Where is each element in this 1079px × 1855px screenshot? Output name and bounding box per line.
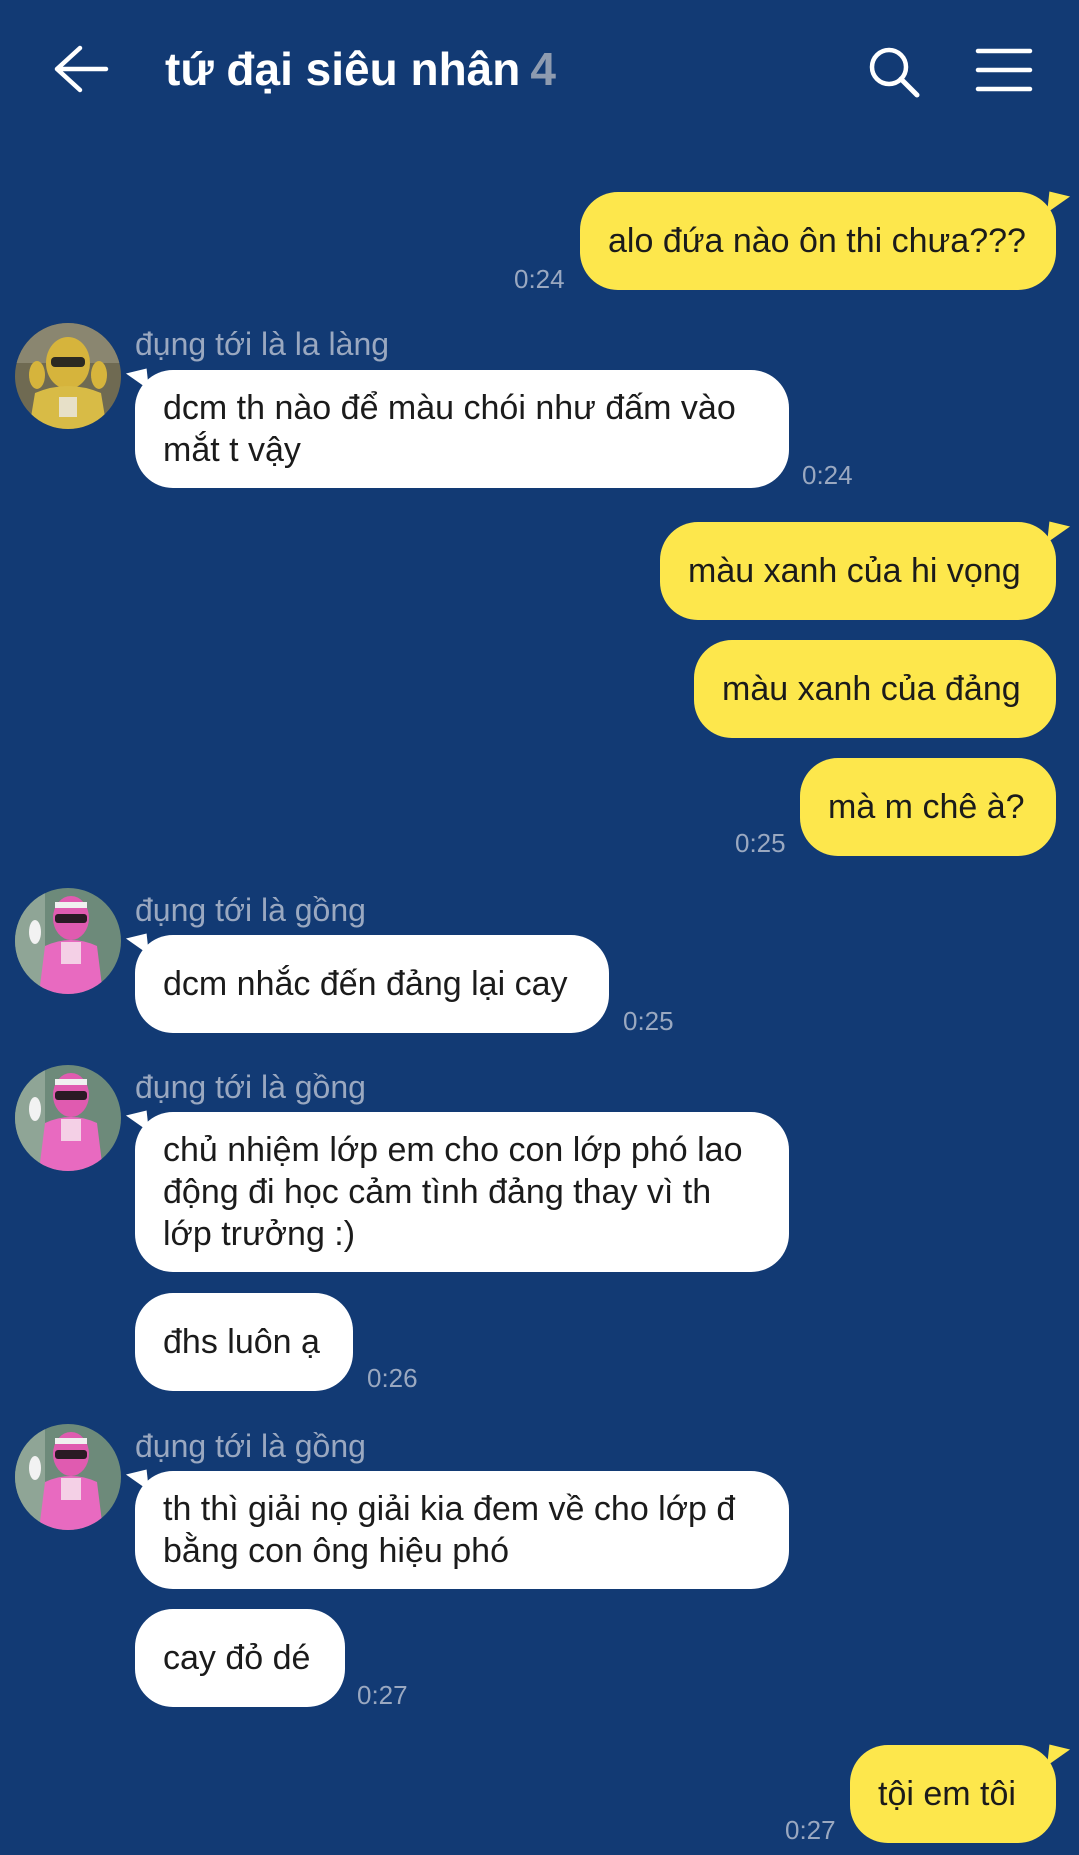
chat-header: tứ đại siêu nhân 4 — [0, 0, 1079, 140]
avatar[interactable] — [15, 1424, 121, 1530]
avatar[interactable] — [15, 323, 121, 429]
message-text: màu xanh của hi vọng — [688, 552, 1021, 590]
outgoing-message[interactable]: tội em tôi — [850, 1745, 1056, 1843]
message-time: 0:26 — [367, 1363, 418, 1393]
incoming-message[interactable]: cay đỏ dé — [135, 1609, 345, 1707]
search-icon — [869, 47, 920, 98]
hamburger-menu-icon — [975, 48, 1033, 92]
sender-name: đụng tới là gồng — [135, 1069, 366, 1105]
pink-ranger-avatar-icon — [15, 888, 121, 994]
incoming-message[interactable]: đhs luôn ạ — [135, 1293, 353, 1391]
outgoing-message[interactable]: màu xanh của đảng — [694, 640, 1056, 738]
incoming-message[interactable]: chủ nhiệm lớp em cho con lớp phó lao độn… — [135, 1112, 789, 1272]
arrow-left-icon — [54, 45, 109, 93]
incoming-message[interactable]: dcm th nào để màu chói như đấm vào mắt t… — [135, 370, 789, 488]
menu-button[interactable] — [975, 46, 1033, 94]
message-text-line: lớp trưởng :) — [163, 1215, 356, 1253]
message-text-line: động đi học cảm tình đảng thay vì th — [163, 1173, 712, 1211]
message-time: 0:24 — [802, 460, 853, 490]
message-text-line: bằng con ông hiệu phó — [163, 1532, 509, 1570]
message-text-line: dcm th nào để màu chói như đấm vào — [163, 389, 736, 427]
message-text: dcm nhắc đến đảng lại cay — [163, 965, 568, 1003]
message-time: 0:25 — [623, 1006, 674, 1036]
chat-title[interactable]: tứ đại siêu nhân 4 — [165, 42, 556, 96]
sender-name: đụng tới là la làng — [135, 326, 390, 362]
yellow-ranger-avatar-icon — [15, 323, 121, 429]
message-text: tội em tôi — [878, 1775, 1016, 1813]
message-time: 0:24 — [514, 264, 565, 294]
outgoing-message[interactable]: mà m chê à? — [800, 758, 1056, 856]
message-text: màu xanh của đảng — [722, 670, 1021, 708]
pink-ranger-avatar-icon — [15, 1424, 121, 1530]
message-text: mà m chê à? — [828, 788, 1025, 826]
sender-name: đụng tới là gồng — [135, 1428, 366, 1464]
incoming-message[interactable]: dcm nhắc đến đảng lại cay — [135, 935, 609, 1033]
outgoing-message[interactable]: alo đứa nào ôn thi chưa??? — [580, 192, 1056, 290]
message-text-line: th thì giải nọ giải kia đem về cho lớp đ — [163, 1490, 736, 1528]
sender-name: đụng tới là gồng — [135, 892, 366, 928]
pink-ranger-avatar-icon — [15, 1065, 121, 1171]
outgoing-message[interactable]: màu xanh của hi vọng — [660, 522, 1056, 620]
message-text-line: chủ nhiệm lớp em cho con lớp phó lao — [163, 1131, 743, 1169]
message-text: đhs luôn ạ — [163, 1323, 320, 1361]
member-count: 4 — [530, 43, 556, 95]
avatar[interactable] — [15, 1065, 121, 1171]
message-time: 0:27 — [357, 1680, 408, 1710]
message-time: 0:27 — [785, 1815, 836, 1845]
avatar[interactable] — [15, 888, 121, 994]
search-button[interactable] — [866, 44, 922, 100]
message-text: alo đứa nào ôn thi chưa??? — [608, 222, 1026, 260]
group-name: tứ đại siêu nhân — [165, 43, 521, 95]
message-text-line: mắt t vậy — [163, 431, 301, 469]
incoming-message[interactable]: th thì giải nọ giải kia đem về cho lớp đ… — [135, 1471, 789, 1589]
message-time: 0:25 — [735, 828, 786, 858]
back-button[interactable] — [50, 44, 110, 94]
message-text: cay đỏ dé — [163, 1639, 311, 1677]
